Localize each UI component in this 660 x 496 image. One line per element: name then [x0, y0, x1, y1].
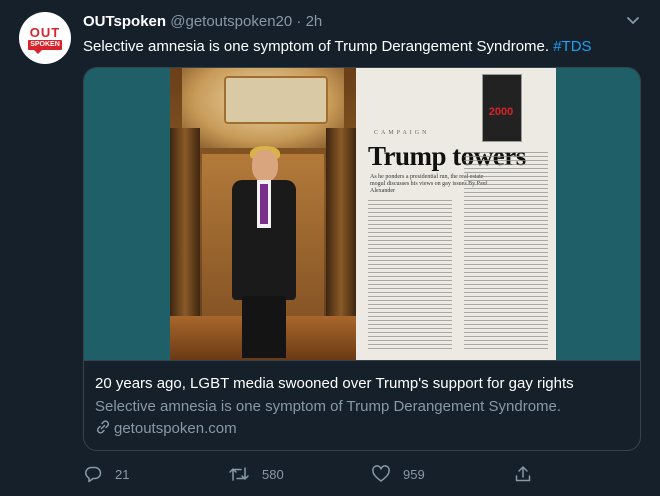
link-card[interactable]: 2000 CAMPAIGN Trump towers As he ponders… [83, 67, 641, 451]
ornate-ceiling [182, 68, 344, 148]
share-button[interactable] [513, 462, 545, 486]
like-count: 959 [403, 466, 425, 482]
magazine-photo-page [170, 68, 356, 360]
card-domain-text: getoutspoken.com [114, 420, 237, 437]
card-domain[interactable]: getoutspoken.com [95, 419, 237, 441]
person-legs [242, 296, 286, 358]
retweet-count: 580 [262, 466, 284, 482]
author-handle[interactable]: @getoutspoken20 [170, 13, 292, 30]
reply-button[interactable]: 21 [83, 462, 129, 486]
card-title[interactable]: 20 years ago, LGBT media swooned over Tr… [95, 374, 574, 394]
card-info[interactable]: 20 years ago, LGBT media swooned over Tr… [84, 360, 640, 450]
tweet-actions: 21 580 959 [83, 462, 643, 486]
card-image[interactable]: 2000 CAMPAIGN Trump towers As he ponders… [84, 68, 640, 360]
magazine-columns [368, 152, 548, 350]
magazine-text-page: 2000 CAMPAIGN Trump towers As he ponders… [356, 68, 556, 360]
author-name[interactable]: OUTspoken [83, 13, 166, 30]
tweet-header: OUTspoken @getoutspoken20 · 2h [83, 13, 322, 31]
outspoken-logo: OUT SPOKEN [28, 25, 62, 54]
magazine-column-1 [368, 200, 452, 350]
avatar[interactable]: OUT SPOKEN [19, 12, 71, 64]
person-tie [260, 184, 268, 224]
logo-top-text: OUT [29, 25, 61, 40]
like-icon [372, 465, 390, 482]
retweet-icon [229, 467, 249, 481]
like-button[interactable]: 959 [371, 462, 425, 486]
chevron-down-icon[interactable] [624, 14, 642, 28]
card-description: Selective amnesia is one symptom of Trum… [95, 398, 562, 415]
logo-bottom-text: SPOKEN [28, 40, 62, 54]
tweet-time[interactable]: 2h [306, 13, 323, 30]
person-head [252, 150, 278, 182]
magazine-section-tag: CAMPAIGN [374, 130, 430, 136]
magazine-column-2 [464, 152, 548, 350]
separator-dot: · [296, 13, 302, 30]
tweet-text: Selective amnesia is one symptom of Trum… [83, 37, 643, 57]
link-icon [95, 419, 111, 441]
hashtag-link[interactable]: #TDS [553, 38, 591, 55]
book-year: 2000 [488, 106, 514, 118]
reply-count: 21 [115, 466, 130, 482]
reply-icon [85, 466, 102, 483]
tweet-body: Selective amnesia is one symptom of Trum… [83, 38, 550, 55]
share-icon [515, 466, 531, 482]
retweet-button[interactable]: 580 [228, 462, 284, 486]
